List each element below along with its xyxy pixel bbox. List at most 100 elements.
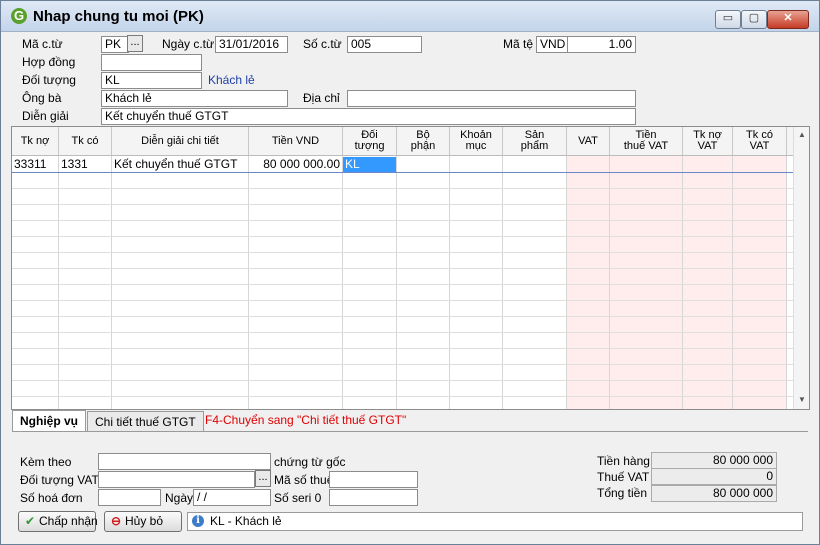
col-tien-thue-vat[interactable]: Tiền thuế VAT [610, 127, 683, 155]
doi-tuong-label: Đối tượng [22, 73, 76, 87]
grid-row-line [12, 300, 793, 301]
cell-tk-no[interactable]: 33311 [12, 157, 59, 172]
accept-button-label: Chấp nhận [39, 514, 98, 528]
accept-button[interactable]: ✔ Chấp nhận [18, 511, 98, 532]
grid-row-line [12, 268, 793, 269]
ma-ctu-label: Mã c.từ [22, 37, 63, 51]
grid-col-line [566, 156, 567, 409]
col-tien-vnd[interactable]: Tiền VND [249, 127, 343, 155]
grid-row-line [12, 252, 793, 253]
doi-tuong-field[interactable]: KL [101, 72, 202, 89]
grid-col-line [682, 156, 683, 409]
cell-doi-tuong-selected[interactable]: KL [343, 157, 396, 172]
grid-col-line [58, 156, 59, 409]
close-button[interactable]: ✕ [767, 10, 809, 29]
tab-nghiep-vu[interactable]: Nghiệp vụ [12, 410, 87, 432]
grid-row-line [12, 332, 793, 333]
col-doi-tuong[interactable]: Đối tượng [343, 127, 397, 155]
maximize-button[interactable]: ▢ [741, 10, 767, 29]
tab-chi-tiet-thue-gtgt[interactable]: Chi tiết thuế GTGT [87, 411, 204, 432]
ma-te-field[interactable]: VND [536, 36, 568, 53]
so-seri-field[interactable] [329, 489, 418, 506]
ty-gia-field[interactable]: 1.00 [567, 36, 636, 53]
grid-row-line [12, 396, 793, 397]
entry-grid[interactable]: Tk nợ Tk có Diễn giải chi tiết Tiền VND … [11, 126, 810, 410]
ma-te-label: Mã tệ [503, 37, 534, 51]
cancel-button-label: Hủy bỏ [125, 514, 164, 528]
ngay-ctu-label: Ngày c.từ [162, 37, 215, 51]
dialog-window: G Nhap chung tu moi (PK) ▭ ▢ ✕ Mã c.từ P… [0, 0, 820, 545]
col-tk-no-vat[interactable]: Tk nợ VAT [683, 127, 733, 155]
ong-ba-label: Ông bà [22, 91, 62, 105]
grid-row-line [12, 380, 793, 381]
cell-tien-vnd[interactable]: 80 000 000.00 [249, 157, 342, 172]
vat-columns-background [567, 156, 787, 409]
grid-header: Tk nợ Tk có Diễn giải chi tiết Tiền VND … [12, 127, 793, 156]
ngay-ctu-field[interactable]: 31/01/2016 [215, 36, 288, 53]
scroll-down-icon[interactable]: ▼ [794, 392, 809, 408]
grid-col-line [396, 156, 397, 409]
thue-vat-label: Thuế VAT [597, 470, 650, 484]
kem-theo-field[interactable] [98, 453, 271, 470]
cell-tk-co[interactable]: 1331 [59, 157, 111, 172]
col-khoan-muc[interactable]: Khoản mục [450, 127, 503, 155]
grid-vertical-scrollbar[interactable]: ▲ ▼ [793, 127, 809, 409]
grid-body[interactable]: 33311 1331 Kết chuyển thuế GTGT 80 000 0… [12, 156, 793, 409]
window-title: Nhap chung tu moi (PK) [33, 8, 204, 25]
cancel-icon: ⊖ [110, 514, 122, 528]
f4-hint-text: F4-Chuyển sang "Chi tiết thuế GTGT" [205, 413, 407, 427]
kem-theo-label: Kèm theo [20, 455, 72, 469]
col-tk-no[interactable]: Tk nợ [12, 127, 59, 155]
grid-col-line [786, 156, 787, 409]
col-tk-co-vat[interactable]: Tk có VAT [733, 127, 787, 155]
grid-row-line [12, 236, 793, 237]
tien-hang-label: Tiền hàng [597, 454, 650, 468]
col-bo-phan[interactable]: Bộ phận [397, 127, 450, 155]
so-hoa-don-label: Số hoá đơn [20, 491, 83, 505]
col-vat[interactable]: VAT [567, 127, 610, 155]
tong-tien-value: 80 000 000 [651, 485, 777, 502]
table-row[interactable]: 33311 1331 Kết chuyển thuế GTGT 80 000 0… [12, 156, 787, 172]
status-bar: i KL - Khách lẻ [187, 512, 803, 531]
ma-ctu-field[interactable]: PK [101, 36, 129, 53]
cell-dien-giai[interactable]: Kết chuyển thuế GTGT [112, 157, 249, 172]
tab-divider [12, 431, 808, 432]
doi-tuong-vat-field[interactable] [98, 471, 255, 488]
hop-dong-field[interactable] [101, 54, 202, 71]
ma-so-thue-label: Mã số thuế [274, 473, 334, 487]
doi-tuong-vat-lookup-button[interactable]: ... [255, 470, 271, 487]
scroll-up-icon[interactable]: ▲ [794, 127, 809, 143]
so-seri-label: Số seri 0 [274, 491, 322, 505]
ong-ba-field[interactable]: Khách lẻ [101, 90, 288, 107]
grid-col-line [732, 156, 733, 409]
ma-so-thue-field[interactable] [329, 471, 418, 488]
dia-chi-field[interactable] [347, 90, 636, 107]
ma-ctu-lookup-button[interactable]: ... [127, 35, 143, 52]
so-ctu-label: Số c.từ [303, 37, 342, 51]
grid-row-line [12, 348, 793, 349]
grid-row-line [12, 204, 793, 205]
cancel-button[interactable]: ⊖ Hủy bỏ [104, 511, 182, 532]
col-san-pham[interactable]: Sản phẩm [503, 127, 567, 155]
ngay-field[interactable]: / / [193, 489, 271, 506]
grid-row-line [12, 364, 793, 365]
tien-hang-value: 80 000 000 [651, 452, 777, 469]
so-hoa-don-field[interactable] [98, 489, 161, 506]
grid-col-line [609, 156, 610, 409]
grid-col-line [449, 156, 450, 409]
ngay-label: Ngày [165, 491, 194, 505]
minimize-button[interactable]: ▭ [715, 10, 741, 29]
col-tk-co[interactable]: Tk có [59, 127, 112, 155]
dien-giai-field[interactable]: Kết chuyển thuế GTGT [101, 108, 636, 125]
grid-col-line [342, 156, 343, 409]
app-logo-icon: G [11, 8, 27, 24]
hop-dong-label: Hợp đồng [22, 55, 76, 69]
so-ctu-field[interactable]: 005 [347, 36, 422, 53]
thue-vat-value: 0 [651, 468, 777, 485]
col-dien-giai[interactable]: Diễn giải chi tiết [112, 127, 249, 155]
grid-col-line [248, 156, 249, 409]
grid-col-line [502, 156, 503, 409]
doi-tuong-vat-label: Đối tượng VAT [20, 473, 99, 487]
doi-tuong-name: Khách lẻ [208, 73, 255, 87]
title-bar[interactable]: G Nhap chung tu moi (PK) ▭ ▢ ✕ [1, 1, 819, 32]
